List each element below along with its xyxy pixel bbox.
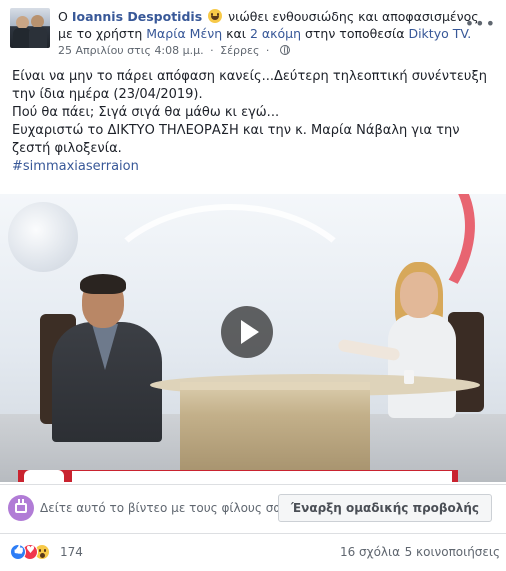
tv-icon [15, 503, 27, 513]
guest-hair [80, 274, 126, 294]
post-header: Ο Ioannis Despotidis νιώθει ενθουσιώδης … [10, 8, 500, 60]
location-text: στην τοποθεσία [304, 26, 405, 41]
studio-logo [8, 202, 78, 272]
like-reaction-icon[interactable] [10, 544, 26, 560]
post-text-line: Πού θα πάει; Σιγά σιγά θα μάθω κι εγώ... [12, 105, 280, 120]
feeling-text: νιώθει ενθουσιώδης και αποφασισμένος [228, 9, 479, 24]
host-head [400, 272, 438, 318]
post-meta: 25 Απριλίου στις 4:08 μ.μ. · Σέρρες · [58, 44, 290, 57]
reaction-count[interactable]: 174 [60, 545, 83, 559]
more-options-icon[interactable]: ••• [465, 14, 496, 33]
header-prefix: Ο [58, 9, 68, 24]
post-text-line: Είναι να μην το πάρει απόφαση κανείς...Δ… [12, 69, 487, 102]
comments-count-link[interactable]: 16 σχόλια [340, 545, 400, 559]
feeling-emoji-icon [208, 9, 223, 23]
shares-count-link[interactable]: 5 κοινοποιήσεις [405, 545, 500, 559]
meta-separator: · [265, 44, 270, 57]
news-ticker-logo [24, 470, 64, 482]
and-text: και [226, 26, 246, 41]
play-icon [241, 320, 259, 344]
reactions-bar: 174 16 σχόλια 5 κοινοποιήσεις [10, 544, 500, 562]
location-link[interactable]: Diktyo TV. [408, 26, 471, 41]
post-header-text: Ο Ioannis Despotidis νιώθει ενθουσιώδης … [58, 8, 484, 42]
with-text: με το χρήστη [58, 26, 143, 41]
video-player[interactable] [0, 194, 506, 482]
host-body [388, 314, 456, 418]
avatar-body-2 [29, 27, 47, 48]
watch-party-icon [8, 495, 34, 521]
meta-separator: · [210, 44, 214, 57]
news-ticker-text-area [72, 471, 452, 482]
author-avatar[interactable] [10, 8, 50, 48]
watch-party-text: Δείτε αυτό το βίντεο με τους φίλους σας [40, 501, 289, 515]
watch-party-bar: Δείτε αυτό το βίντεο με τους φίλους σας … [0, 484, 506, 534]
start-watch-party-button[interactable]: Έναρξη ομαδικής προβολής [278, 494, 492, 522]
post-body: Είναι να μην το πάρει απόφαση κανείς...Δ… [12, 68, 496, 176]
desk-mug [404, 370, 414, 384]
post-place-link[interactable]: Σέρρες [220, 44, 259, 57]
author-name-link[interactable]: Ioannis Despotidis [72, 9, 202, 24]
studio-desk [180, 382, 370, 472]
post-text-line: Ευχαριστώ το ΔΙΚΤΥΟ ΤΗΛΕΟΡΑΣΗ και την κ.… [12, 123, 460, 156]
globe-icon[interactable] [279, 45, 290, 55]
others-link[interactable]: 2 ακόμη [250, 26, 301, 41]
tagged-user-link[interactable]: Μαρία Μένη [146, 26, 222, 41]
play-button[interactable] [221, 306, 273, 358]
post-date-link[interactable]: 25 Απριλίου στις 4:08 μ.μ. [58, 44, 204, 57]
hashtag-link[interactable]: #simmaxiaserraion [12, 159, 139, 174]
